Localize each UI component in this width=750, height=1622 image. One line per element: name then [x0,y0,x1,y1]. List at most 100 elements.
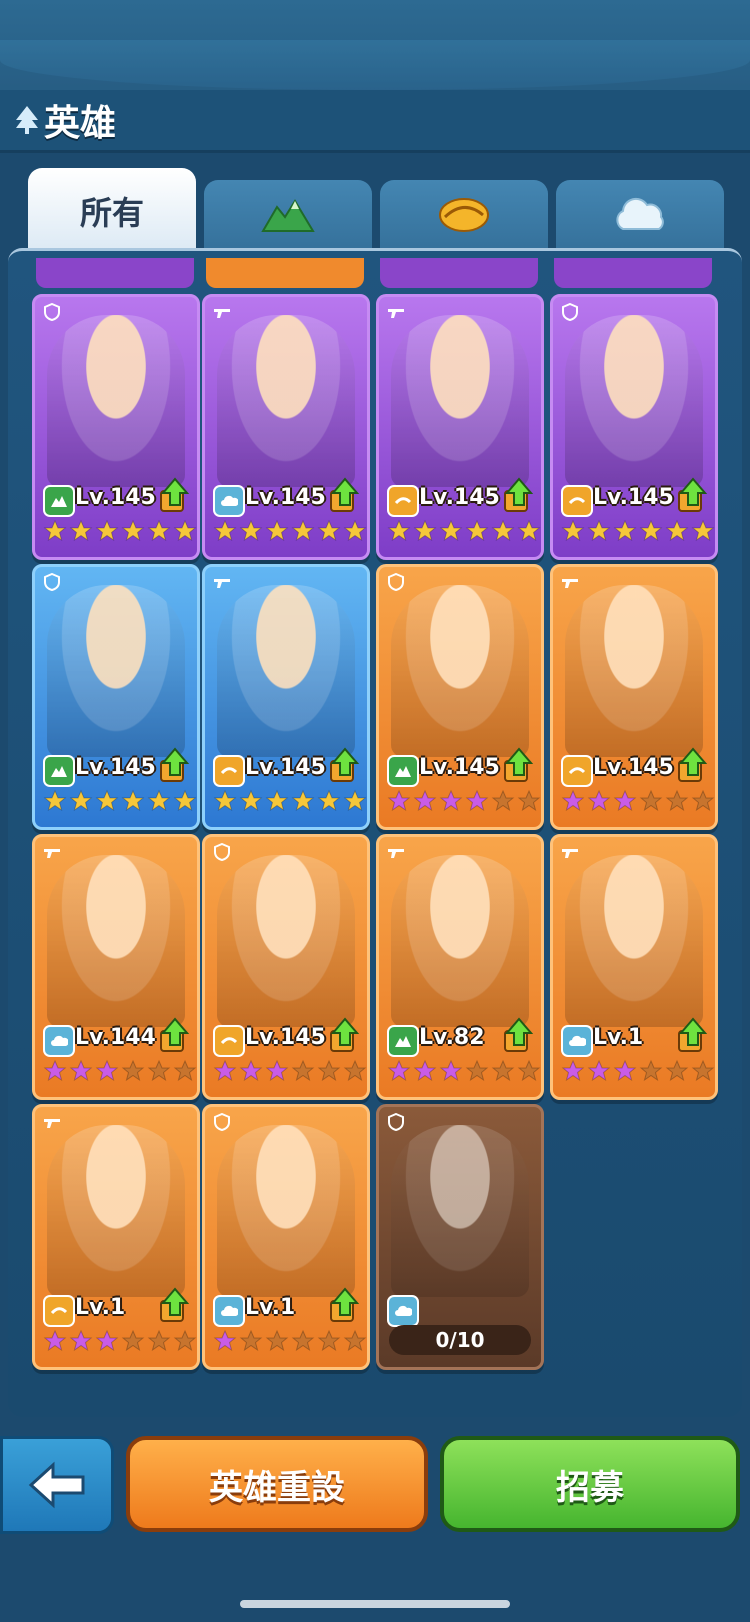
hero-level: Lv.145 [593,755,674,780]
sand-icon [561,755,593,787]
star-rating [213,789,367,813]
hero-level: Lv.145 [419,755,500,780]
partial-card[interactable] [36,258,194,288]
hero-portrait [565,855,703,1027]
hero-card[interactable]: 0/10 [376,1104,544,1370]
hero-portrait [391,1125,529,1297]
hero-level: Lv.145 [419,485,500,510]
cloud-icon [213,485,245,517]
cloud-icon [213,1295,245,1327]
hero-card[interactable]: Lv.1 [202,1104,370,1370]
hero-level: Lv.145 [75,485,156,510]
tab-all-label: 所有 [79,194,144,232]
mountain-icon [261,199,315,232]
hero-level: Lv.82 [419,1025,485,1050]
hero-portrait [565,585,703,757]
shield-icon [387,1112,405,1132]
star-rating [213,519,367,543]
upgrade-arrow-icon [678,747,708,782]
upgrade-arrow-icon [504,477,534,512]
star-rating [43,519,197,543]
hero-portrait [217,855,355,1027]
upgrade-arrow-icon [330,1287,360,1322]
star-rating [561,519,715,543]
hero-portrait [217,315,355,487]
home-indicator [240,1600,510,1608]
hero-card[interactable]: Lv.144 [32,834,200,1100]
sand-icon [561,485,593,517]
hero-portrait [391,315,529,487]
shield-icon [387,572,405,592]
partial-card[interactable] [206,258,364,288]
hero-portrait [391,585,529,757]
recruit-label: 招募 [556,1467,624,1508]
hero-level: Lv.1 [593,1025,644,1050]
sand-icon [439,198,489,232]
recruit-button[interactable]: 招募 [440,1436,740,1532]
tab-cloud[interactable] [556,180,724,250]
cloud-icon [387,1295,419,1327]
page-title: 英雄 [14,96,116,144]
upgrade-arrow-icon [160,1287,190,1322]
hero-card[interactable]: Lv.145 [376,294,544,560]
partial-card[interactable] [380,258,538,288]
hero-card[interactable]: Lv.145 [202,564,370,830]
shield-icon [213,842,231,862]
hero-card[interactable]: Lv.82 [376,834,544,1100]
hero-level: Lv.1 [75,1295,126,1320]
star-rating [43,1329,197,1353]
back-arrow-icon [28,1461,85,1509]
hero-level: Lv.145 [245,755,326,780]
star-rating [561,1059,715,1083]
gun-icon [561,573,579,591]
shield-icon [561,302,579,322]
partial-card[interactable] [554,258,712,288]
hero-card[interactable]: Lv.145 [550,294,718,560]
back-button[interactable] [0,1436,114,1534]
upgrade-arrow-icon [504,747,534,782]
hero-portrait [217,1125,355,1297]
hero-card[interactable]: Lv.145 [202,834,370,1100]
star-rating [387,789,541,813]
gun-icon [387,303,405,321]
gun-icon [561,843,579,861]
shield-icon [213,1112,231,1132]
hero-card[interactable]: Lv.145 [550,564,718,830]
hero-card[interactable]: Lv.1 [550,834,718,1100]
upgrade-arrow-icon [678,1017,708,1052]
tab-all[interactable]: 所有 [28,168,196,254]
upgrade-arrow-icon [504,1017,534,1052]
cloud-icon [616,197,664,230]
hero-card[interactable]: Lv.145 [32,564,200,830]
hero-level: Lv.1 [245,1295,296,1320]
star-rating [387,1059,541,1083]
tab-sand[interactable] [380,180,548,250]
sand-icon [213,1025,245,1057]
star-rating [561,789,715,813]
upgrade-arrow-icon [160,477,190,512]
hero-reset-button[interactable]: 英雄重設 [126,1436,428,1532]
hero-card[interactable]: Lv.1 [32,1104,200,1370]
page-title-text: 英雄 [44,103,117,144]
upgrade-arrow-icon [678,477,708,512]
gun-icon [43,1113,61,1131]
star-rating [43,1059,197,1083]
tree-icon [16,106,38,134]
hero-card[interactable]: Lv.145 [32,294,200,560]
upgrade-arrow-icon [160,1017,190,1052]
hero-level: Lv.145 [245,485,326,510]
sand-icon [387,485,419,517]
upgrade-arrow-icon [330,747,360,782]
hero-reset-label: 英雄重設 [209,1467,345,1508]
mountain-icon [387,1025,419,1057]
upgrade-arrow-icon [330,477,360,512]
hero-portrait [47,315,185,487]
hero-card[interactable]: Lv.145 [202,294,370,560]
sand-icon [213,755,245,787]
hero-card[interactable]: Lv.145 [376,564,544,830]
hero-portrait [47,585,185,757]
tab-mountain[interactable] [204,180,372,250]
shield-icon [43,302,61,322]
hero-level: Lv.145 [75,755,156,780]
hero-portrait [47,1125,185,1297]
